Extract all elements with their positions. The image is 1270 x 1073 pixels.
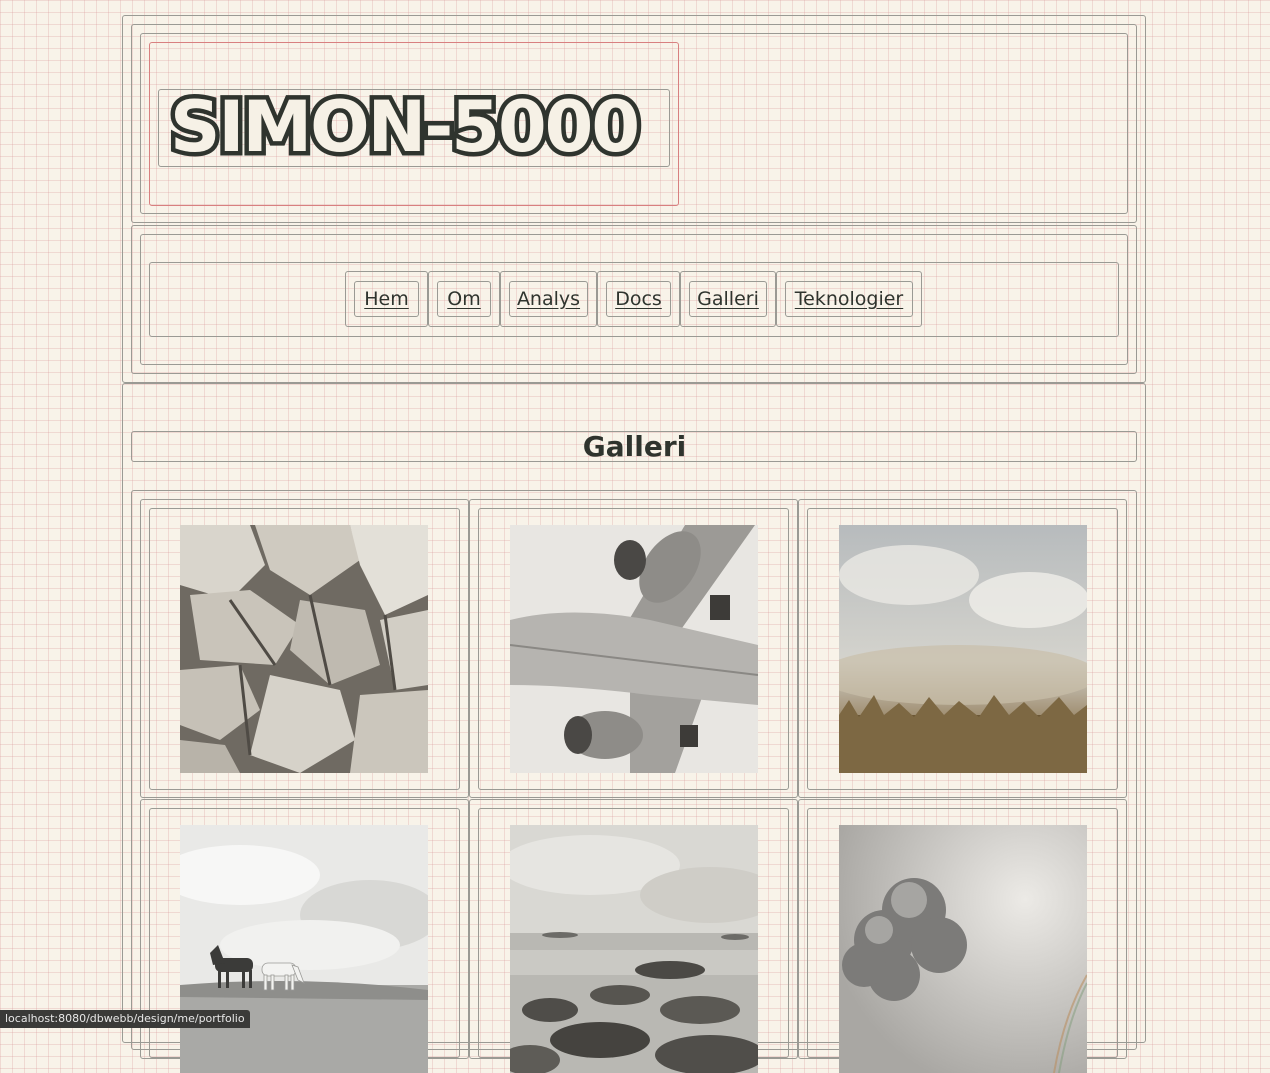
nav-link-analys[interactable]: Analys bbox=[509, 281, 588, 317]
gallery-image-horses[interactable] bbox=[180, 825, 428, 1073]
nav-link-teknologier[interactable]: Teknologier bbox=[785, 281, 913, 317]
site-logo[interactable]: SIMON-5000 bbox=[165, 82, 644, 173]
gallery-image-cloud[interactable] bbox=[839, 825, 1087, 1073]
nav-link-hem[interactable]: Hem bbox=[354, 281, 419, 317]
page-title: Galleri bbox=[582, 430, 687, 463]
gallery-image-rocky-shore[interactable] bbox=[510, 825, 758, 1073]
nav-link-galleri[interactable]: Galleri bbox=[689, 281, 767, 317]
nav-link-docs[interactable]: Docs bbox=[606, 281, 671, 317]
gallery-image-foggy-field[interactable] bbox=[839, 525, 1087, 773]
status-bar-url: localhost:8080/dbwebb/design/me/portfoli… bbox=[0, 1010, 250, 1028]
gallery-image-rocks[interactable] bbox=[180, 525, 428, 773]
gallery-image-airplane[interactable] bbox=[510, 525, 758, 773]
nav-link-om[interactable]: Om bbox=[437, 281, 491, 317]
